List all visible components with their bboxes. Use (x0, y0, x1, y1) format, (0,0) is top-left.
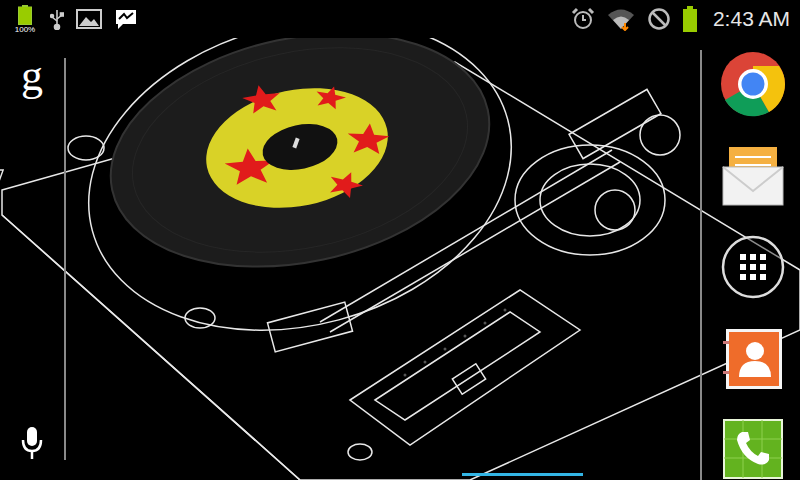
battery-icon (683, 6, 697, 32)
usb-icon (50, 8, 64, 30)
star-icon (317, 86, 346, 109)
star-icon (330, 172, 363, 198)
clock: 2:43 AM (709, 7, 790, 31)
picture-icon (76, 9, 102, 29)
app-drawer-icon[interactable] (720, 234, 786, 300)
wifi-icon (607, 7, 635, 31)
battery-percent: 100% (15, 25, 35, 34)
page-indicator (462, 473, 583, 476)
battery-fill (683, 9, 697, 32)
chrome-icon[interactable] (719, 50, 787, 118)
star-icon (348, 124, 390, 155)
battery-icon (18, 5, 32, 25)
alarm-icon (571, 7, 595, 31)
app-dock (700, 50, 800, 480)
google-logo[interactable]: g (21, 54, 43, 98)
battery-notification: 100% (12, 5, 38, 34)
contacts-icon[interactable] (722, 327, 784, 391)
turntable-wallpaper (0, 0, 800, 480)
microphone-icon[interactable] (20, 426, 44, 460)
no-signal-icon (647, 7, 671, 31)
battery-fill (19, 7, 31, 24)
phone-icon[interactable] (722, 418, 784, 480)
status-bar: 100% (0, 0, 800, 38)
search-bar[interactable]: g (0, 58, 66, 460)
email-icon[interactable] (721, 145, 785, 207)
messenger-icon (114, 8, 138, 30)
star-icon (242, 85, 280, 113)
